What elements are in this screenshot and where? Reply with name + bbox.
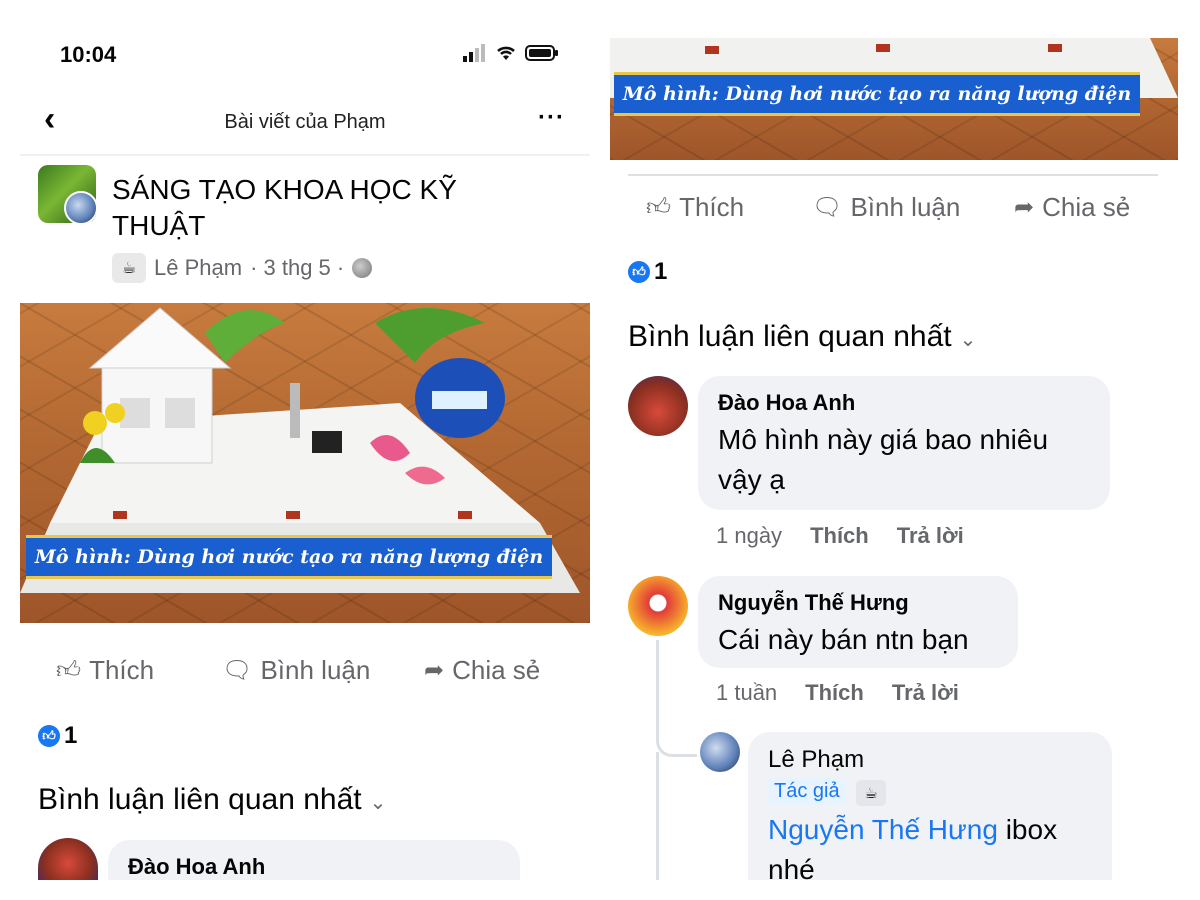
wifi-icon <box>497 46 515 60</box>
signal-icon <box>463 44 487 62</box>
more-options-button[interactable]: ··· <box>538 104 565 132</box>
reaction-count-right[interactable]: 👍︎ 1 <box>628 258 667 286</box>
comment-bubble: Nguyễn Thế Hưng Cái này bán ntn bạn <box>698 576 1018 668</box>
share-icon: ➦ <box>424 657 445 684</box>
group-avatar[interactable] <box>38 165 96 223</box>
like-label: Thích <box>679 192 745 222</box>
post-date: · 3 thg 5 · <box>250 255 345 280</box>
comments-filter[interactable]: Bình luận liên quan nhất ⌄ <box>38 783 386 817</box>
like-reaction-icon: 👍︎ <box>38 725 60 747</box>
page-title: Bài viết của Phạm <box>224 111 386 133</box>
like-button-right[interactable]: 👍︎ Thích <box>646 192 744 223</box>
commenter-name[interactable]: Đào Hoa Anh <box>718 390 1090 416</box>
share-icon: ➦ <box>1014 194 1035 221</box>
coffee-icon: ☕ <box>112 253 146 283</box>
commenter-avatar[interactable] <box>628 376 688 436</box>
comment-text: Mô hình này giá bao nhiêu vậy ạ <box>718 424 1049 495</box>
comment-label: Bình luận <box>260 655 371 685</box>
comment-button[interactable]: 🗨︎ Bình luận <box>222 655 370 686</box>
comment-time: 1 ngày <box>716 523 783 548</box>
comments-filter-right[interactable]: Bình luận liên quan nhất ⌄ <box>628 320 976 354</box>
like-button[interactable]: 👍︎ Thích <box>56 655 154 686</box>
post-photo-cropped[interactable]: Mô hình: Dùng hơi nước tạo ra năng lượng… <box>610 38 1178 160</box>
commenter-avatar[interactable] <box>38 838 98 880</box>
post-author[interactable]: Lê Phạm <box>154 255 242 281</box>
comment-icon: 🗨︎ <box>222 657 253 684</box>
share-button[interactable]: ➦ Chia sẻ <box>424 655 540 686</box>
author-badge: Tác giả <box>768 778 846 805</box>
like-label: Thích <box>89 655 155 685</box>
reaction-count[interactable]: 👍︎ 1 <box>38 722 77 750</box>
status-time: 10:04 <box>60 42 117 67</box>
status-icons <box>463 44 559 62</box>
actions-divider <box>628 174 1158 176</box>
comment-like-button[interactable]: Thích <box>810 523 869 549</box>
comment-like-button[interactable]: Thích <box>805 680 864 706</box>
comment-bubble: Đào Hoa Anh Mô hình này giá bao nhiêu vậ… <box>698 376 1110 510</box>
comment-meta: 1 tuần Thích Trả lời <box>716 680 959 706</box>
reply-avatar[interactable] <box>700 732 740 772</box>
chevron-down-icon: ⌄ <box>959 329 977 351</box>
reply-bubble: Lê Phạm Tác giả ☕ Nguyễn Thế Hưng ibox n… <box>748 732 1112 885</box>
share-label: Chia sẻ <box>1042 192 1131 222</box>
author-mini-avatar <box>64 191 96 223</box>
share-button-right[interactable]: ➦ Chia sẻ <box>1014 192 1130 223</box>
commenter-name[interactable]: Nguyễn Thế Hưng <box>718 590 998 616</box>
photo-caption-banner-cropped: Mô hình: Dùng hơi nước tạo ra năng lượng… <box>614 72 1140 116</box>
comment-label: Bình luận <box>850 192 961 222</box>
comment-meta: 1 ngày Thích Trả lời <box>716 523 964 549</box>
reply-author-name[interactable]: Lê Phạm <box>768 746 1092 774</box>
thread-line <box>656 752 659 880</box>
comment-bubble: Đào Hoa Anh <box>108 840 520 880</box>
thumbs-up-icon: 👍︎ <box>646 193 672 221</box>
globe-icon <box>352 258 373 278</box>
photo-caption-banner: Mô hình: Dùng hơi nước tạo ra năng lượng… <box>26 535 552 579</box>
post-photo[interactable]: Mô hình: Dùng hơi nước tạo ra năng lượng… <box>20 303 590 623</box>
post-meta: ☕ Lê Phạm · 3 thg 5 · <box>112 253 373 283</box>
battery-icon <box>525 45 558 61</box>
thread-line <box>656 640 659 728</box>
comment-reply-button[interactable]: Trả lời <box>897 523 964 549</box>
comment-text: Cái này bán ntn bạn <box>718 624 969 655</box>
comment-time: 1 tuần <box>716 680 778 705</box>
commenter-avatar[interactable] <box>628 576 688 636</box>
coffee-icon: ☕ <box>856 779 887 806</box>
mention-link[interactable]: Nguyễn Thế Hưng <box>768 814 998 845</box>
group-name[interactable]: SÁNG TẠO KHOA HỌC KỸ THUẬT <box>112 172 502 244</box>
chevron-down-icon: ⌄ <box>369 792 387 814</box>
comment-reply-button[interactable]: Trả lời <box>892 680 959 706</box>
comment-icon: 🗨︎ <box>812 194 843 221</box>
header-divider <box>20 154 590 156</box>
comment-button-right[interactable]: 🗨︎ Bình luận <box>812 192 960 223</box>
thread-connector <box>656 722 697 757</box>
share-label: Chia sẻ <box>452 655 541 685</box>
thumbs-up-icon: 👍︎ <box>56 656 82 684</box>
like-reaction-icon: 👍︎ <box>628 261 650 283</box>
reply-text: Nguyễn Thế Hưng ibox nhé <box>768 813 1058 885</box>
commenter-name[interactable]: Đào Hoa Anh <box>128 854 500 880</box>
